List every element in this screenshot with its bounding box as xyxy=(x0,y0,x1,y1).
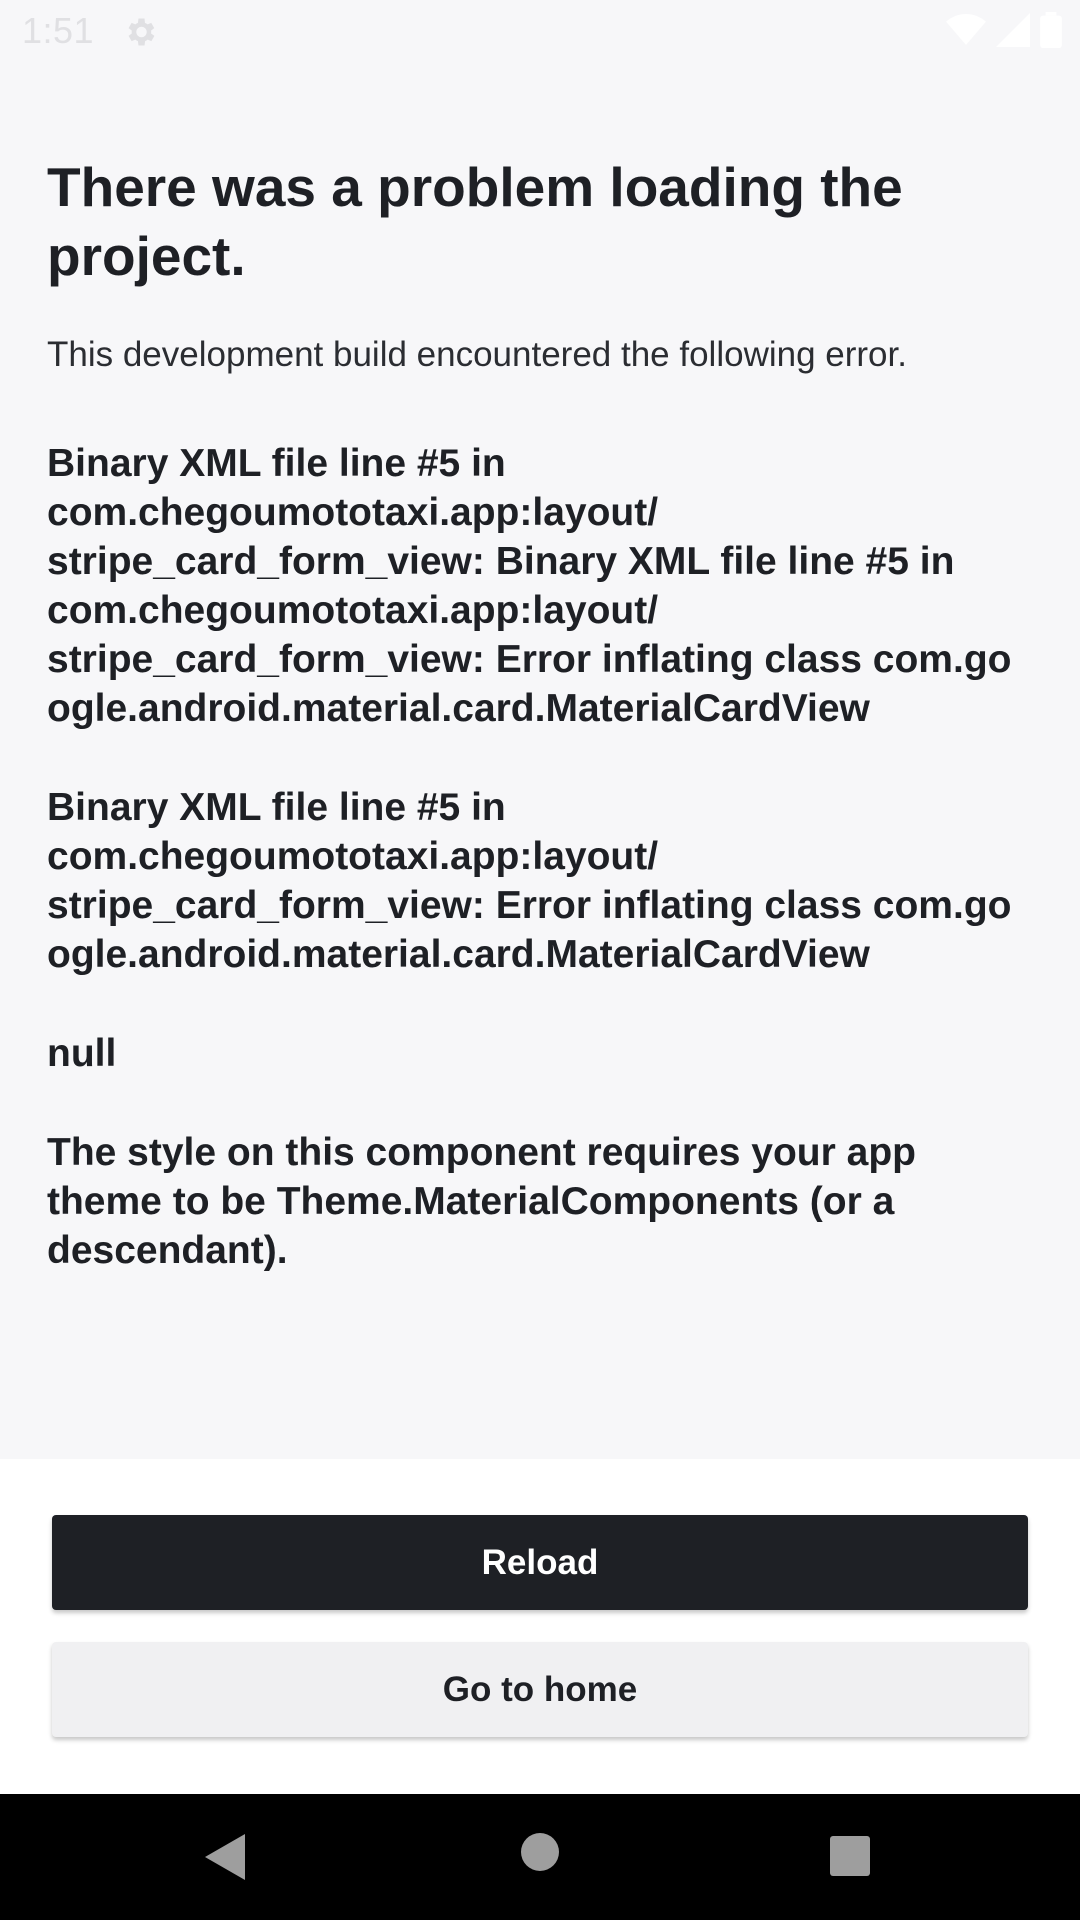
signal-icon xyxy=(996,12,1030,53)
back-icon[interactable] xyxy=(205,1834,245,1885)
settings-icon xyxy=(122,14,158,50)
wifi-icon xyxy=(946,12,986,53)
error-message-4: The style on this component requires you… xyxy=(47,1131,916,1272)
action-panel: Reload Go to home xyxy=(0,1459,1080,1794)
navigation-bar xyxy=(0,1794,1080,1920)
error-message-2: Binary XML file line #5 in com.chegoumot… xyxy=(47,786,1012,976)
page-subtitle: This development build encountered the f… xyxy=(47,335,907,374)
go-to-home-button[interactable]: Go to home xyxy=(52,1642,1028,1737)
status-time: 1:51 xyxy=(22,10,95,51)
error-content: There was a problem loading the project.… xyxy=(0,63,1080,1459)
status-bar: 1:51 xyxy=(0,0,1080,63)
page-title: There was a problem loading the project. xyxy=(47,156,903,287)
error-message-3: null xyxy=(47,1032,117,1075)
reload-button[interactable]: Reload xyxy=(52,1515,1028,1610)
recents-icon[interactable] xyxy=(830,1836,870,1881)
home-icon[interactable] xyxy=(520,1832,560,1877)
error-message-1: Binary XML file line #5 in com.chegoumot… xyxy=(47,442,1012,730)
battery-icon xyxy=(1040,11,1062,53)
